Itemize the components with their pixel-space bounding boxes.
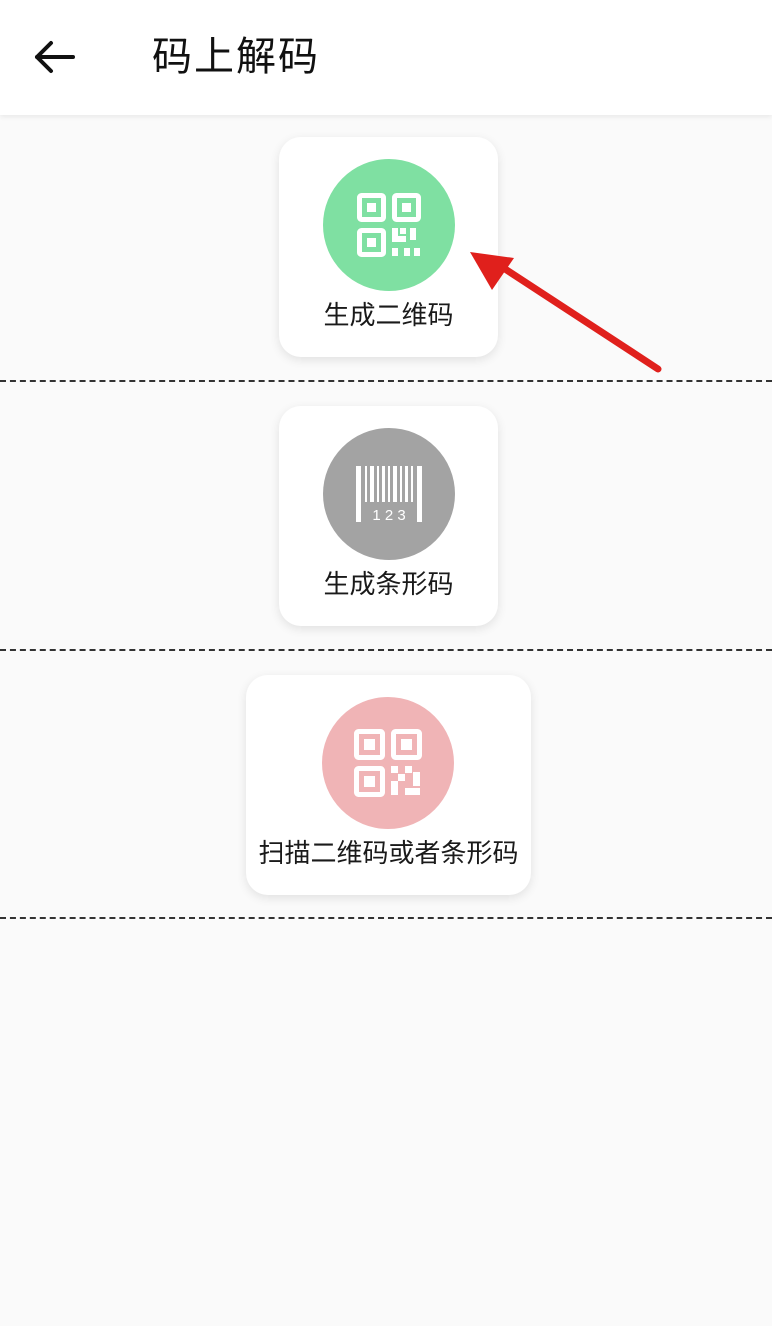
divider <box>0 917 772 919</box>
arrow-left-icon <box>35 41 75 73</box>
section-scan-code: 扫描二维码或者条形码 <box>0 653 772 921</box>
divider <box>0 380 772 382</box>
red-arrow-icon <box>470 252 662 373</box>
scan-code-label: 扫描二维码或者条形码 <box>258 839 519 869</box>
app-bar: 码上解码 <box>0 0 772 115</box>
section-generate-barcode: 1 2 3 生成条形码 <box>0 384 772 652</box>
divider <box>0 649 772 651</box>
scan-code-card[interactable]: 扫描二维码或者条形码 <box>246 675 531 895</box>
qr-code-icon <box>357 193 421 257</box>
barcode-icon-circle: 1 2 3 <box>323 428 455 560</box>
barcode-digits: 1 2 3 <box>372 507 405 524</box>
qr-scan-icon <box>354 729 422 797</box>
back-button[interactable] <box>22 24 88 90</box>
page-title: 码上解码 <box>152 34 320 80</box>
generate-barcode-card[interactable]: 1 2 3 生成条形码 <box>279 406 498 626</box>
qr-code-icon-circle <box>323 159 455 291</box>
barcode-icon: 1 2 3 <box>356 466 422 524</box>
qr-scan-icon-circle <box>322 697 454 829</box>
generate-barcode-label: 生成条形码 <box>323 570 454 600</box>
